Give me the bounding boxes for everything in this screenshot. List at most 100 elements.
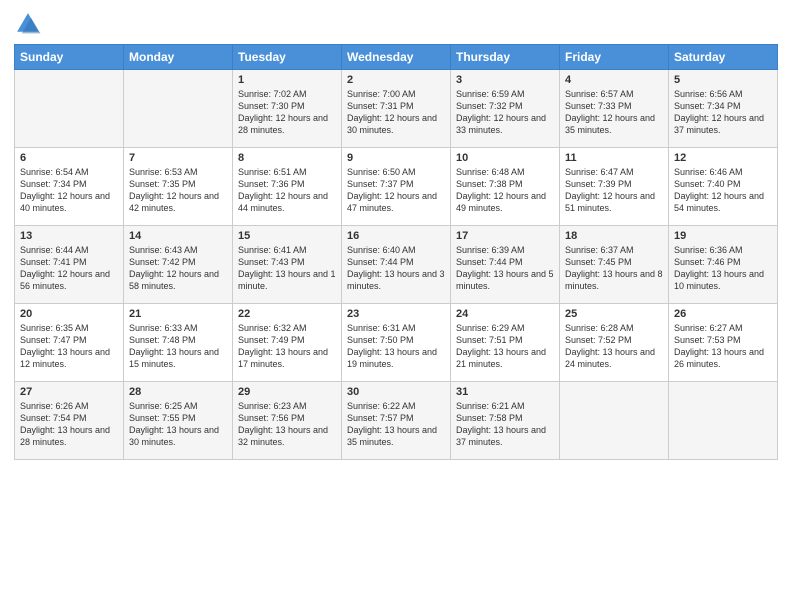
- calendar-cell: [669, 382, 778, 460]
- day-number: 30: [347, 386, 445, 398]
- calendar-cell: 28 Sunrise: 6:25 AMSunset: 7:55 PMDayligh…: [124, 382, 233, 460]
- day-number: 26: [674, 308, 772, 320]
- day-number: 15: [238, 230, 336, 242]
- cell-info: Sunrise: 6:23 AMSunset: 7:56 PMDaylight:…: [238, 400, 336, 449]
- cell-info: Sunrise: 6:41 AMSunset: 7:43 PMDaylight:…: [238, 244, 336, 293]
- cell-info: Sunrise: 6:37 AMSunset: 7:45 PMDaylight:…: [565, 244, 663, 293]
- header-day-wednesday: Wednesday: [342, 45, 451, 70]
- day-number: 3: [456, 74, 554, 86]
- day-number: 1: [238, 74, 336, 86]
- day-number: 4: [565, 74, 663, 86]
- day-number: 8: [238, 152, 336, 164]
- cell-info: Sunrise: 6:25 AMSunset: 7:55 PMDaylight:…: [129, 400, 227, 449]
- logo: [14, 10, 46, 38]
- day-number: 23: [347, 308, 445, 320]
- cell-info: Sunrise: 6:33 AMSunset: 7:48 PMDaylight:…: [129, 322, 227, 371]
- cell-info: Sunrise: 6:26 AMSunset: 7:54 PMDaylight:…: [20, 400, 118, 449]
- cell-info: Sunrise: 6:22 AMSunset: 7:57 PMDaylight:…: [347, 400, 445, 449]
- calendar-cell: 12 Sunrise: 6:46 AMSunset: 7:40 PMDayligh…: [669, 148, 778, 226]
- calendar-cell: 21 Sunrise: 6:33 AMSunset: 7:48 PMDayligh…: [124, 304, 233, 382]
- cell-info: Sunrise: 6:51 AMSunset: 7:36 PMDaylight:…: [238, 166, 336, 215]
- cell-info: Sunrise: 6:54 AMSunset: 7:34 PMDaylight:…: [20, 166, 118, 215]
- week-row-2: 6 Sunrise: 6:54 AMSunset: 7:34 PMDaylight…: [15, 148, 778, 226]
- cell-info: Sunrise: 6:29 AMSunset: 7:51 PMDaylight:…: [456, 322, 554, 371]
- header-day-monday: Monday: [124, 45, 233, 70]
- day-number: 12: [674, 152, 772, 164]
- cell-info: Sunrise: 6:48 AMSunset: 7:38 PMDaylight:…: [456, 166, 554, 215]
- calendar-cell: 14Sunrise: 6:43 AMSunset: 7:42 PMDayligh…: [124, 226, 233, 304]
- calendar-cell: 27 Sunrise: 6:26 AMSunset: 7:54 PMDayligh…: [15, 382, 124, 460]
- week-row-4: 20 Sunrise: 6:35 AMSunset: 7:47 PMDayligh…: [15, 304, 778, 382]
- cell-info: Sunrise: 7:02 AMSunset: 7:30 PMDaylight:…: [238, 88, 336, 137]
- cell-info: Sunrise: 6:46 AMSunset: 7:40 PMDaylight:…: [674, 166, 772, 215]
- calendar-cell: 22 Sunrise: 6:32 AMSunset: 7:49 PMDayligh…: [233, 304, 342, 382]
- day-number: 9: [347, 152, 445, 164]
- calendar-cell: 5 Sunrise: 6:56 AMSunset: 7:34 PMDaylight…: [669, 70, 778, 148]
- calendar-cell: 1 Sunrise: 7:02 AMSunset: 7:30 PMDaylight…: [233, 70, 342, 148]
- calendar-cell: 10 Sunrise: 6:48 AMSunset: 7:38 PMDayligh…: [451, 148, 560, 226]
- cell-info: Sunrise: 6:36 AMSunset: 7:46 PMDaylight:…: [674, 244, 772, 293]
- calendar-cell: 23Sunrise: 6:31 AMSunset: 7:50 PMDayligh…: [342, 304, 451, 382]
- day-number: 17: [456, 230, 554, 242]
- day-number: 28: [129, 386, 227, 398]
- calendar-cell: 29 Sunrise: 6:23 AMSunset: 7:56 PMDayligh…: [233, 382, 342, 460]
- calendar-cell: [124, 70, 233, 148]
- calendar-cell: 19Sunrise: 6:36 AMSunset: 7:46 PMDayligh…: [669, 226, 778, 304]
- day-number: 21: [129, 308, 227, 320]
- header-day-thursday: Thursday: [451, 45, 560, 70]
- cell-info: Sunrise: 6:47 AMSunset: 7:39 PMDaylight:…: [565, 166, 663, 215]
- calendar-cell: 11 Sunrise: 6:47 AMSunset: 7:39 PMDayligh…: [560, 148, 669, 226]
- day-number: 20: [20, 308, 118, 320]
- calendar-cell: 18 Sunrise: 6:37 AMSunset: 7:45 PMDayligh…: [560, 226, 669, 304]
- calendar-cell: 7 Sunrise: 6:53 AMSunset: 7:35 PMDaylight…: [124, 148, 233, 226]
- calendar-cell: 2Sunrise: 7:00 AMSunset: 7:31 PMDaylight…: [342, 70, 451, 148]
- day-number: 14: [129, 230, 227, 242]
- calendar-cell: 8 Sunrise: 6:51 AMSunset: 7:36 PMDaylight…: [233, 148, 342, 226]
- cell-info: Sunrise: 6:50 AMSunset: 7:37 PMDaylight:…: [347, 166, 445, 215]
- calendar-cell: 3 Sunrise: 6:59 AMSunset: 7:32 PMDaylight…: [451, 70, 560, 148]
- calendar-cell: 4Sunrise: 6:57 AMSunset: 7:33 PMDaylight…: [560, 70, 669, 148]
- cell-info: Sunrise: 6:21 AMSunset: 7:58 PMDaylight:…: [456, 400, 554, 449]
- day-number: 25: [565, 308, 663, 320]
- cell-info: Sunrise: 6:56 AMSunset: 7:34 PMDaylight:…: [674, 88, 772, 137]
- day-number: 2: [347, 74, 445, 86]
- calendar-cell: [560, 382, 669, 460]
- cell-info: Sunrise: 6:39 AMSunset: 7:44 PMDaylight:…: [456, 244, 554, 293]
- day-number: 29: [238, 386, 336, 398]
- cell-info: Sunrise: 6:32 AMSunset: 7:49 PMDaylight:…: [238, 322, 336, 371]
- calendar-cell: 16Sunrise: 6:40 AMSunset: 7:44 PMDayligh…: [342, 226, 451, 304]
- day-number: 24: [456, 308, 554, 320]
- day-number: 6: [20, 152, 118, 164]
- calendar-cell: 31 Sunrise: 6:21 AMSunset: 7:58 PMDayligh…: [451, 382, 560, 460]
- week-row-1: 1 Sunrise: 7:02 AMSunset: 7:30 PMDaylight…: [15, 70, 778, 148]
- day-number: 31: [456, 386, 554, 398]
- cell-info: Sunrise: 6:27 AMSunset: 7:53 PMDaylight:…: [674, 322, 772, 371]
- calendar-cell: 30 Sunrise: 6:22 AMSunset: 7:57 PMDayligh…: [342, 382, 451, 460]
- header-day-tuesday: Tuesday: [233, 45, 342, 70]
- day-number: 5: [674, 74, 772, 86]
- day-number: 22: [238, 308, 336, 320]
- day-number: 27: [20, 386, 118, 398]
- cell-info: Sunrise: 6:53 AMSunset: 7:35 PMDaylight:…: [129, 166, 227, 215]
- day-number: 16: [347, 230, 445, 242]
- header: [14, 10, 778, 38]
- header-row: SundayMondayTuesdayWednesdayThursdayFrid…: [15, 45, 778, 70]
- cell-info: Sunrise: 6:35 AMSunset: 7:47 PMDaylight:…: [20, 322, 118, 371]
- calendar-cell: 9 Sunrise: 6:50 AMSunset: 7:37 PMDaylight…: [342, 148, 451, 226]
- calendar-cell: 20 Sunrise: 6:35 AMSunset: 7:47 PMDayligh…: [15, 304, 124, 382]
- week-row-3: 13 Sunrise: 6:44 AMSunset: 7:41 PMDayligh…: [15, 226, 778, 304]
- week-row-5: 27 Sunrise: 6:26 AMSunset: 7:54 PMDayligh…: [15, 382, 778, 460]
- day-number: 11: [565, 152, 663, 164]
- calendar-table: SundayMondayTuesdayWednesdayThursdayFrid…: [14, 44, 778, 460]
- calendar-cell: 15 Sunrise: 6:41 AMSunset: 7:43 PMDayligh…: [233, 226, 342, 304]
- day-number: 10: [456, 152, 554, 164]
- day-number: 7: [129, 152, 227, 164]
- cell-info: Sunrise: 6:28 AMSunset: 7:52 PMDaylight:…: [565, 322, 663, 371]
- day-number: 18: [565, 230, 663, 242]
- calendar-cell: 13 Sunrise: 6:44 AMSunset: 7:41 PMDayligh…: [15, 226, 124, 304]
- day-number: 13: [20, 230, 118, 242]
- calendar-cell: [15, 70, 124, 148]
- cell-info: Sunrise: 6:44 AMSunset: 7:41 PMDaylight:…: [20, 244, 118, 293]
- cell-info: Sunrise: 6:59 AMSunset: 7:32 PMDaylight:…: [456, 88, 554, 137]
- header-day-friday: Friday: [560, 45, 669, 70]
